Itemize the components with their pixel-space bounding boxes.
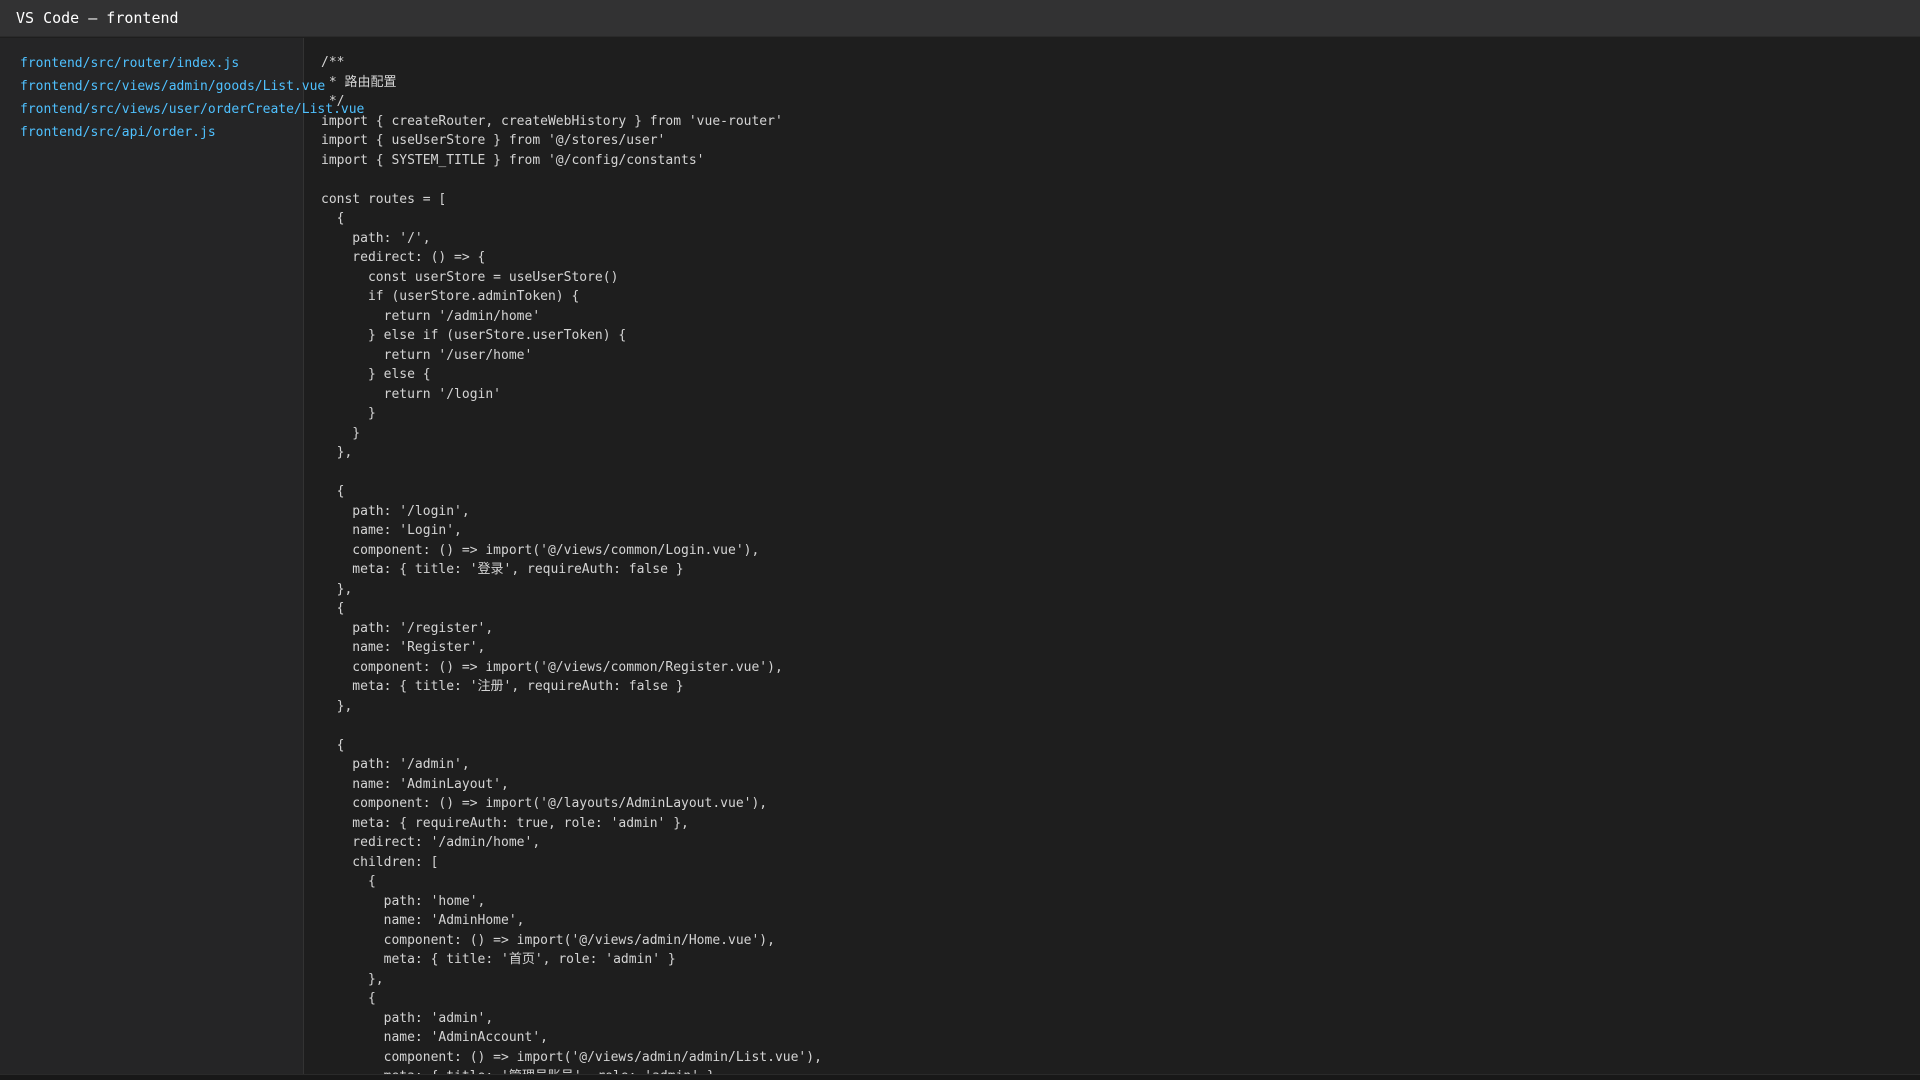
- code-line: component: () => import('@/views/common/…: [321, 542, 760, 558]
- file-explorer-sidebar: frontend/src/router/index.js frontend/sr…: [0, 38, 364, 1074]
- code-line: path: 'admin',: [321, 1010, 494, 1026]
- code-line: },: [321, 581, 353, 597]
- code-line: */: [321, 94, 345, 109]
- code-line: meta: { title: '首页', role: 'admin' }: [321, 952, 676, 967]
- code-line: path: '/',: [321, 230, 431, 246]
- code-line: path: '/login',: [321, 503, 470, 519]
- code-line: name: 'AdminAccount',: [321, 1030, 548, 1045]
- code-line: }: [321, 425, 361, 441]
- code-line: {: [321, 484, 345, 499]
- code-line: if (userStore.adminToken) {: [321, 289, 580, 304]
- code-line: import { useUserStore } from '@/stores/u…: [321, 133, 666, 148]
- code-line: import { createRouter, createWebHistory …: [321, 113, 783, 129]
- code-line: {: [321, 211, 345, 226]
- code-line: component: () => import('@/views/admin/a…: [321, 1049, 822, 1065]
- code-line: path: '/admin',: [321, 757, 470, 772]
- code-line: },: [321, 445, 353, 460]
- code-line: const userStore = useUserStore(): [321, 269, 619, 285]
- code-line: }: [321, 406, 376, 421]
- vscode-window: VS Code — frontend frontend/src/router/i…: [0, 0, 1920, 1080]
- code-line: meta: { title: '注册', requireAuth: false …: [321, 679, 684, 694]
- status-bar: [0, 1074, 1920, 1080]
- code-line: children: [: [321, 854, 439, 870]
- code-line: {: [321, 601, 345, 616]
- code-line: component: () => import('@/views/common/…: [321, 659, 783, 675]
- code-line: {: [321, 737, 345, 753]
- code-line: meta: { requireAuth: true, role: 'admin'…: [321, 815, 689, 831]
- code-line: {: [321, 874, 376, 889]
- code-line: } else {: [321, 367, 431, 382]
- code-line: },: [321, 698, 353, 714]
- window-title: VS Code — frontend: [16, 9, 179, 27]
- code-line: * 路由配置: [321, 74, 397, 90]
- file-item-admin-goods-list[interactable]: frontend/src/views/admin/goods/List.vue: [20, 75, 364, 98]
- code-line: } else if (userStore.userToken) {: [321, 328, 627, 343]
- code-line: path: 'home',: [321, 893, 486, 909]
- file-list: frontend/src/router/index.js frontend/sr…: [20, 52, 364, 144]
- code-line: meta: { title: '登录', requireAuth: false …: [321, 562, 684, 577]
- code-line: return '/login': [321, 386, 502, 402]
- code-line: component: () => import('@/layouts/Admin…: [321, 796, 768, 811]
- code-line: component: () => import('@/views/admin/H…: [321, 932, 775, 948]
- code-line: /**: [321, 55, 345, 70]
- code-line: name: 'AdminLayout',: [321, 776, 509, 792]
- file-item-user-order-create-list[interactable]: frontend/src/views/user/orderCreate/List…: [20, 98, 364, 121]
- file-item-router-index[interactable]: frontend/src/router/index.js: [20, 52, 364, 75]
- code-line: return '/user/home': [321, 347, 533, 363]
- file-item-api-order[interactable]: frontend/src/api/order.js: [20, 121, 364, 144]
- code-line: },: [321, 971, 384, 987]
- code-line: redirect: '/admin/home',: [321, 835, 541, 850]
- code-line: meta: { title: '管理员账号', role: 'admin' }: [321, 1067, 822, 1074]
- code-line: path: '/register',: [321, 620, 494, 636]
- title-bar: VS Code — frontend: [0, 0, 1920, 37]
- code-content[interactable]: /** * 路由配置 */ import { createRouter, crea…: [321, 53, 822, 1074]
- code-line: import { SYSTEM_TITLE } from '@/config/c…: [321, 152, 705, 168]
- code-line: name: 'Login',: [321, 523, 462, 538]
- code-line: redirect: () => {: [321, 250, 486, 265]
- code-line: name: 'AdminHome',: [321, 913, 525, 928]
- code-editor[interactable]: /** * 路由配置 */ import { createRouter, crea…: [304, 38, 1920, 1074]
- code-line: {: [321, 991, 376, 1006]
- code-line: return '/admin/home': [321, 308, 541, 324]
- code-line: name: 'Register',: [321, 640, 486, 655]
- code-line: const routes = [: [321, 191, 447, 207]
